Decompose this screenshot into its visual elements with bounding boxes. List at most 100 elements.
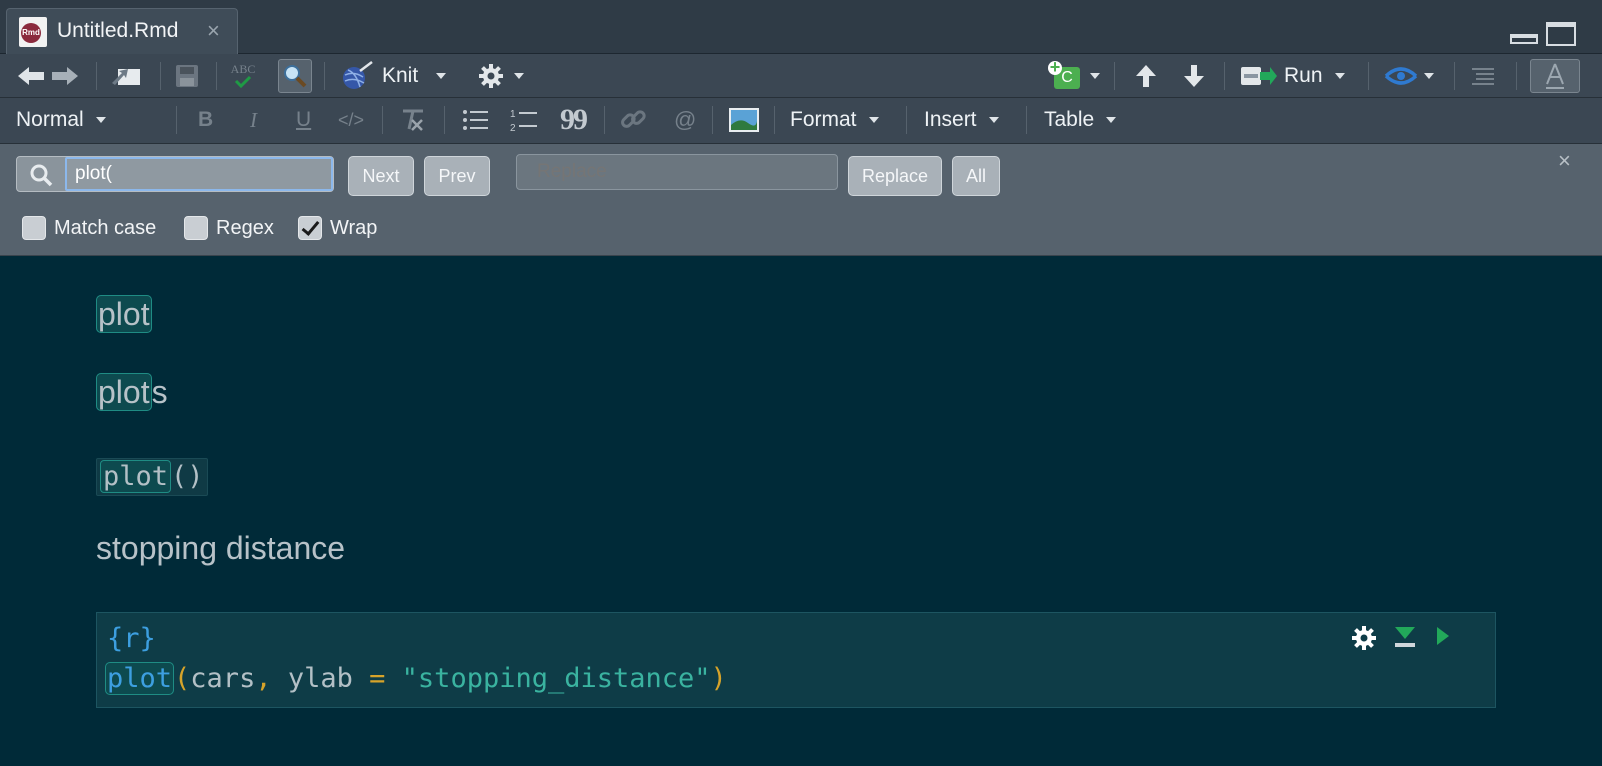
search-match-highlight: plot xyxy=(96,373,152,411)
tab-untitled-rmd[interactable]: Rmd Untitled.Rmd × xyxy=(6,8,238,54)
knit-yarn-icon xyxy=(343,61,373,89)
wrap-checkbox[interactable] xyxy=(298,216,322,240)
next-section-down-arrow-icon[interactable] xyxy=(1182,54,1206,98)
paragraph-line-1[interactable]: plot xyxy=(96,295,152,333)
toolbar-separator xyxy=(1368,62,1369,90)
insert-chunk-dropdown-icon[interactable] xyxy=(1090,73,1100,79)
previous-section-up-arrow-icon[interactable] xyxy=(1134,54,1158,98)
toolbar-separator xyxy=(1026,106,1027,134)
find-replace-bar: Next Prev Replace All × Match case Regex… xyxy=(0,144,1602,256)
toolbar-separator xyxy=(176,106,177,134)
toolbar-separator xyxy=(382,106,383,134)
replace-input[interactable] xyxy=(516,154,838,190)
toolbar-separator xyxy=(712,106,713,134)
knit-dropdown-icon[interactable] xyxy=(436,73,447,79)
paragraph-line-4[interactable]: stopping distance xyxy=(96,530,345,567)
save-icon[interactable] xyxy=(174,54,200,98)
chevron-down-icon xyxy=(1106,117,1117,123)
numbered-list-icon[interactable]: 12 xyxy=(510,98,538,142)
toolbar-separator xyxy=(1224,62,1225,90)
run-dropdown-icon[interactable] xyxy=(1334,73,1345,79)
regex-checkbox[interactable] xyxy=(184,216,208,240)
underline-button[interactable]: U xyxy=(296,98,311,142)
spellcheck-icon[interactable]: ABC xyxy=(230,54,256,98)
document-outline-icon[interactable] xyxy=(1470,54,1496,98)
bold-button[interactable]: B xyxy=(198,98,213,142)
chevron-down-icon xyxy=(95,117,106,123)
back-arrow-icon[interactable] xyxy=(16,54,46,98)
chevron-down-icon xyxy=(988,117,999,123)
find-input[interactable] xyxy=(65,157,333,191)
replace-button[interactable]: Replace xyxy=(848,156,942,196)
visual-editor-toggle-icon[interactable] xyxy=(1530,59,1580,93)
chunk-header: {r} xyxy=(107,623,156,654)
settings-gear-button[interactable] xyxy=(478,54,524,98)
forward-arrow-icon[interactable] xyxy=(50,54,80,98)
clear-formatting-icon[interactable] xyxy=(400,98,426,142)
settings-dropdown-icon[interactable] xyxy=(514,73,524,79)
inline-code-line-3[interactable]: plot() xyxy=(96,458,208,496)
chunk-options-gear-icon[interactable] xyxy=(1351,625,1377,651)
visual-editor-toolbar: Normal B I U </> 12 99 @ Format Insert T… xyxy=(0,98,1602,144)
insert-chunk-button[interactable]: C + xyxy=(1048,54,1100,98)
table-menu[interactable]: Table xyxy=(1044,98,1117,142)
format-menu[interactable]: Format xyxy=(790,98,879,142)
match-case-checkbox[interactable] xyxy=(22,216,46,240)
gear-icon xyxy=(479,64,503,88)
toolbar-separator xyxy=(96,62,97,90)
chevron-down-icon xyxy=(868,117,879,123)
find-replace-icon[interactable] xyxy=(278,59,312,93)
code-button[interactable]: </> xyxy=(338,98,364,142)
citation-at-icon[interactable]: @ xyxy=(674,98,696,142)
main-toolbar: ABC Knit C + Run xyxy=(0,54,1602,98)
paragraph-style-select[interactable]: Normal xyxy=(16,98,106,142)
toolbar-separator xyxy=(216,62,217,90)
run-chunk-play-icon[interactable] xyxy=(1437,627,1449,645)
tab-bar: Rmd Untitled.Rmd × xyxy=(0,0,1602,54)
publish-icon xyxy=(1384,67,1418,85)
publish-button[interactable] xyxy=(1384,54,1434,98)
show-in-window-icon[interactable] xyxy=(110,54,142,98)
match-case-option[interactable]: Match case xyxy=(22,216,156,240)
link-icon[interactable] xyxy=(620,98,648,142)
wrap-option[interactable]: Wrap xyxy=(298,216,377,240)
toolbar-separator xyxy=(774,106,775,134)
rmd-file-icon: Rmd xyxy=(19,17,47,47)
insert-menu[interactable]: Insert xyxy=(924,98,999,142)
search-icon xyxy=(30,164,53,187)
search-match-highlight: plot xyxy=(105,662,175,695)
toolbar-separator xyxy=(324,62,325,90)
find-field xyxy=(16,156,334,192)
search-match-highlight: plot xyxy=(96,295,152,333)
chunk-code-line[interactable]: plot(cars, ylab = "stopping_distance") xyxy=(105,662,727,695)
r-code-chunk[interactable]: {r} plot(cars, ylab = "stopping_distance… xyxy=(96,612,1496,708)
bullet-list-icon[interactable] xyxy=(462,98,488,142)
toolbar-separator xyxy=(906,106,907,134)
replace-all-button[interactable]: All xyxy=(952,156,1000,196)
blockquote-icon[interactable]: 99 xyxy=(560,98,588,142)
paragraph-line-2[interactable]: plots xyxy=(96,373,168,411)
maximize-pane-icon[interactable] xyxy=(1546,22,1576,46)
run-previous-chunks-icon[interactable] xyxy=(1393,625,1417,651)
run-icon xyxy=(1241,67,1277,85)
insert-image-icon[interactable] xyxy=(728,98,760,142)
tab-title: Untitled.Rmd xyxy=(57,19,179,42)
insert-chunk-icon: C + xyxy=(1048,58,1082,91)
close-find-bar-icon[interactable]: × xyxy=(1558,148,1571,174)
toolbar-separator xyxy=(1454,62,1455,90)
italic-button[interactable]: I xyxy=(250,98,257,142)
toolbar-separator xyxy=(160,62,161,90)
find-prev-button[interactable]: Prev xyxy=(424,156,490,196)
run-button[interactable]: Run xyxy=(1240,54,1345,98)
find-next-button[interactable]: Next xyxy=(348,156,414,196)
toolbar-separator xyxy=(604,106,605,134)
toolbar-separator xyxy=(444,106,445,134)
tab-close-icon[interactable]: × xyxy=(207,18,220,44)
publish-dropdown-icon[interactable] xyxy=(1424,73,1434,79)
minimize-pane-icon[interactable] xyxy=(1510,34,1538,44)
svg-text:2: 2 xyxy=(510,123,516,133)
knit-button[interactable]: Knit xyxy=(338,54,447,98)
regex-option[interactable]: Regex xyxy=(184,216,274,240)
toolbar-separator xyxy=(1516,62,1517,90)
document-editor[interactable]: plot plots plot() stopping distance {r} … xyxy=(0,256,1602,766)
